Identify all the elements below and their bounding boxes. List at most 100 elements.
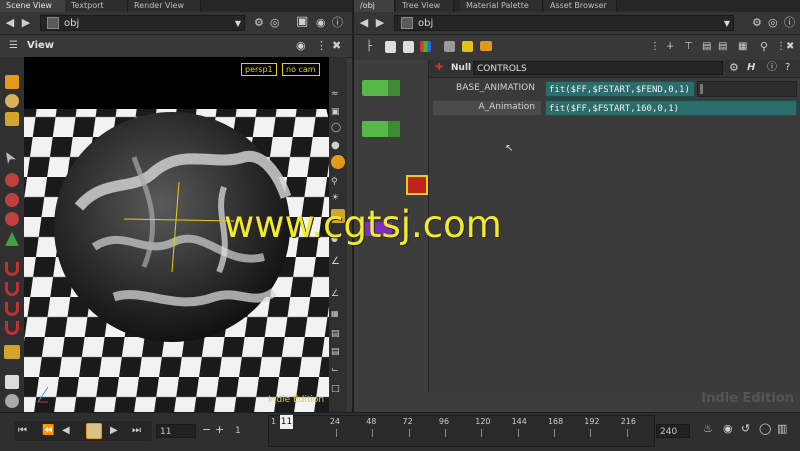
translate-icon[interactable] xyxy=(5,173,19,187)
go-end-icon[interactable]: ⏭ xyxy=(132,424,141,438)
corner-icon[interactable]: ⌙ xyxy=(331,363,339,377)
frame-increment-button[interactable]: + xyxy=(215,423,224,437)
play-reverse-icon[interactable]: ◀ xyxy=(62,424,70,438)
pin-icon[interactable]: ⚙ xyxy=(254,16,264,30)
layers-icon[interactable]: ▤ xyxy=(331,327,340,341)
magnet-icon-1[interactable] xyxy=(5,262,19,276)
list-icon[interactable] xyxy=(385,41,396,53)
sticky-note-icon[interactable] xyxy=(462,41,473,52)
dots-icon[interactable]: ⋮ xyxy=(650,40,660,54)
param-expr-base-animation[interactable]: fit($FF,$FSTART,$FEND,0,1) xyxy=(545,81,695,97)
align-icon[interactable]: ∔ xyxy=(666,40,674,54)
null-node-controls[interactable] xyxy=(406,175,428,195)
magnet-icon-2[interactable] xyxy=(5,282,19,296)
pose-icon[interactable] xyxy=(5,232,19,246)
end-frame-field[interactable]: 240 xyxy=(656,424,690,438)
tab-textport[interactable]: Textport xyxy=(65,0,128,12)
back-arrow-icon[interactable]: ◀ xyxy=(358,16,370,30)
handle-tool-icon[interactable] xyxy=(5,112,19,126)
snap-icon[interactable]: ∠ xyxy=(331,255,340,269)
lock-icon[interactable]: ▣ xyxy=(331,105,340,119)
help-h-icon[interactable]: H xyxy=(747,61,755,75)
frame-cursor[interactable]: 11 xyxy=(280,415,293,429)
grid-icon[interactable]: ▦ xyxy=(738,40,747,54)
rotate-icon[interactable] xyxy=(5,193,19,207)
chevron-down-icon[interactable]: ▼ xyxy=(724,16,730,32)
view-options-icon[interactable]: ☰ xyxy=(9,39,18,53)
close-icon[interactable]: ✖ xyxy=(786,40,794,54)
current-frame-field[interactable]: 11 xyxy=(156,424,196,438)
tab-asset-browser[interactable]: Asset Browser xyxy=(544,0,617,12)
loop-icon[interactable]: ↺ xyxy=(741,422,750,436)
target-icon[interactable]: ◎ xyxy=(270,16,280,30)
ghost-icon[interactable]: ◯ xyxy=(331,121,341,135)
hierarchy-icon[interactable]: ⊤ xyxy=(684,40,693,54)
wifi-icon[interactable]: ≈ xyxy=(331,87,339,101)
slider-handle[interactable] xyxy=(700,84,703,94)
view-tool-icon[interactable] xyxy=(4,345,20,359)
tab-render-view[interactable]: Render View xyxy=(128,0,201,12)
grid-12-icon[interactable]: ▦ xyxy=(331,307,339,321)
pin-display-icon[interactable]: ⚲ xyxy=(331,175,338,189)
network-menu-icon[interactable]: ⋮ xyxy=(776,40,786,54)
forward-arrow-icon[interactable]: ▶ xyxy=(374,16,386,30)
gear-icon[interactable]: ⚙ xyxy=(729,61,739,75)
info-icon[interactable]: ⓘ xyxy=(332,16,343,30)
frame-decrement-button[interactable]: − xyxy=(202,423,211,437)
realtime-icon[interactable]: ◉ xyxy=(723,422,733,436)
tab-scene-view[interactable]: Scene View xyxy=(0,0,71,12)
display-options-icon[interactable]: ⋮ xyxy=(316,39,327,53)
magnet-icon-4[interactable] xyxy=(5,321,19,335)
tab-tree-view[interactable]: Tree View xyxy=(396,0,454,12)
keys-icon[interactable]: ♨ xyxy=(703,422,713,436)
sphere-shade-icon[interactable]: ● xyxy=(331,139,340,153)
magnet-icon-3[interactable] xyxy=(5,302,19,316)
select-tool-icon[interactable] xyxy=(5,75,19,89)
camera-menu[interactable]: persp1 xyxy=(241,63,277,76)
color-grid-icon[interactable] xyxy=(420,41,431,52)
target-icon[interactable]: ◎ xyxy=(768,16,778,30)
audio-icon[interactable]: ◯ xyxy=(759,422,771,436)
search-icon[interactable]: ⚲ xyxy=(760,40,768,54)
close-icon[interactable]: ✖ xyxy=(332,39,341,53)
measure-icon[interactable]: ∠ xyxy=(331,287,339,301)
stop-button[interactable] xyxy=(86,423,102,439)
play-forward-icon[interactable]: ▶ xyxy=(110,424,118,438)
start-frame-field[interactable]: 1 xyxy=(233,424,269,438)
right-path-field[interactable]: obj ▼ xyxy=(394,15,734,31)
cube-icon[interactable]: ▣ xyxy=(296,15,308,29)
left-path-field[interactable]: obj ▼ xyxy=(40,15,245,31)
scale-icon[interactable] xyxy=(5,212,19,226)
transform-tool-icon[interactable] xyxy=(5,94,19,108)
layout-icon[interactable]: ▤ xyxy=(702,40,711,54)
light-icon[interactable] xyxy=(331,155,345,169)
chevron-down-icon[interactable]: ▼ xyxy=(235,16,241,32)
palette-icon[interactable]: ◉ xyxy=(316,16,326,30)
reset-view-icon[interactable]: ◉ xyxy=(296,39,306,53)
network-view-icon[interactable] xyxy=(444,41,455,52)
stack-icon[interactable]: ▤ xyxy=(718,40,727,54)
info-icon[interactable]: ⓘ xyxy=(784,16,795,30)
tree-icon[interactable]: ├ xyxy=(366,40,372,54)
tab-obj[interactable]: /obj xyxy=(354,0,395,12)
folder-icon[interactable] xyxy=(480,41,492,51)
forward-arrow-icon[interactable]: ▶ xyxy=(20,16,32,30)
param-expr-a-animation[interactable]: fit($FF,$FSTART,160,0,1) xyxy=(545,100,797,116)
step-back-icon[interactable]: ⏪ xyxy=(42,424,54,438)
go-start-icon[interactable]: ⏮ xyxy=(18,424,27,438)
help-icon[interactable]: ? xyxy=(785,61,790,75)
back-arrow-icon[interactable]: ◀ xyxy=(4,16,16,30)
snapshot-icon[interactable] xyxy=(5,375,19,389)
info-icon[interactable]: ⓘ xyxy=(767,61,777,75)
base-animation-slider[interactable] xyxy=(697,81,797,97)
render-icon[interactable] xyxy=(5,394,19,408)
global-anim-options-icon[interactable]: ▥ xyxy=(777,422,787,436)
frame-icon[interactable]: □ xyxy=(331,382,340,396)
pointer-icon[interactable] xyxy=(6,152,16,164)
params-icon[interactable] xyxy=(403,41,414,53)
tab-material-palette[interactable]: Material Palette xyxy=(460,0,543,12)
no-cam-menu[interactable]: no cam xyxy=(282,63,320,76)
pin-icon[interactable]: ⚙ xyxy=(752,16,762,30)
layers-2-icon[interactable]: ▤ xyxy=(331,345,340,359)
node-name-field[interactable]: CONTROLS xyxy=(473,61,723,75)
